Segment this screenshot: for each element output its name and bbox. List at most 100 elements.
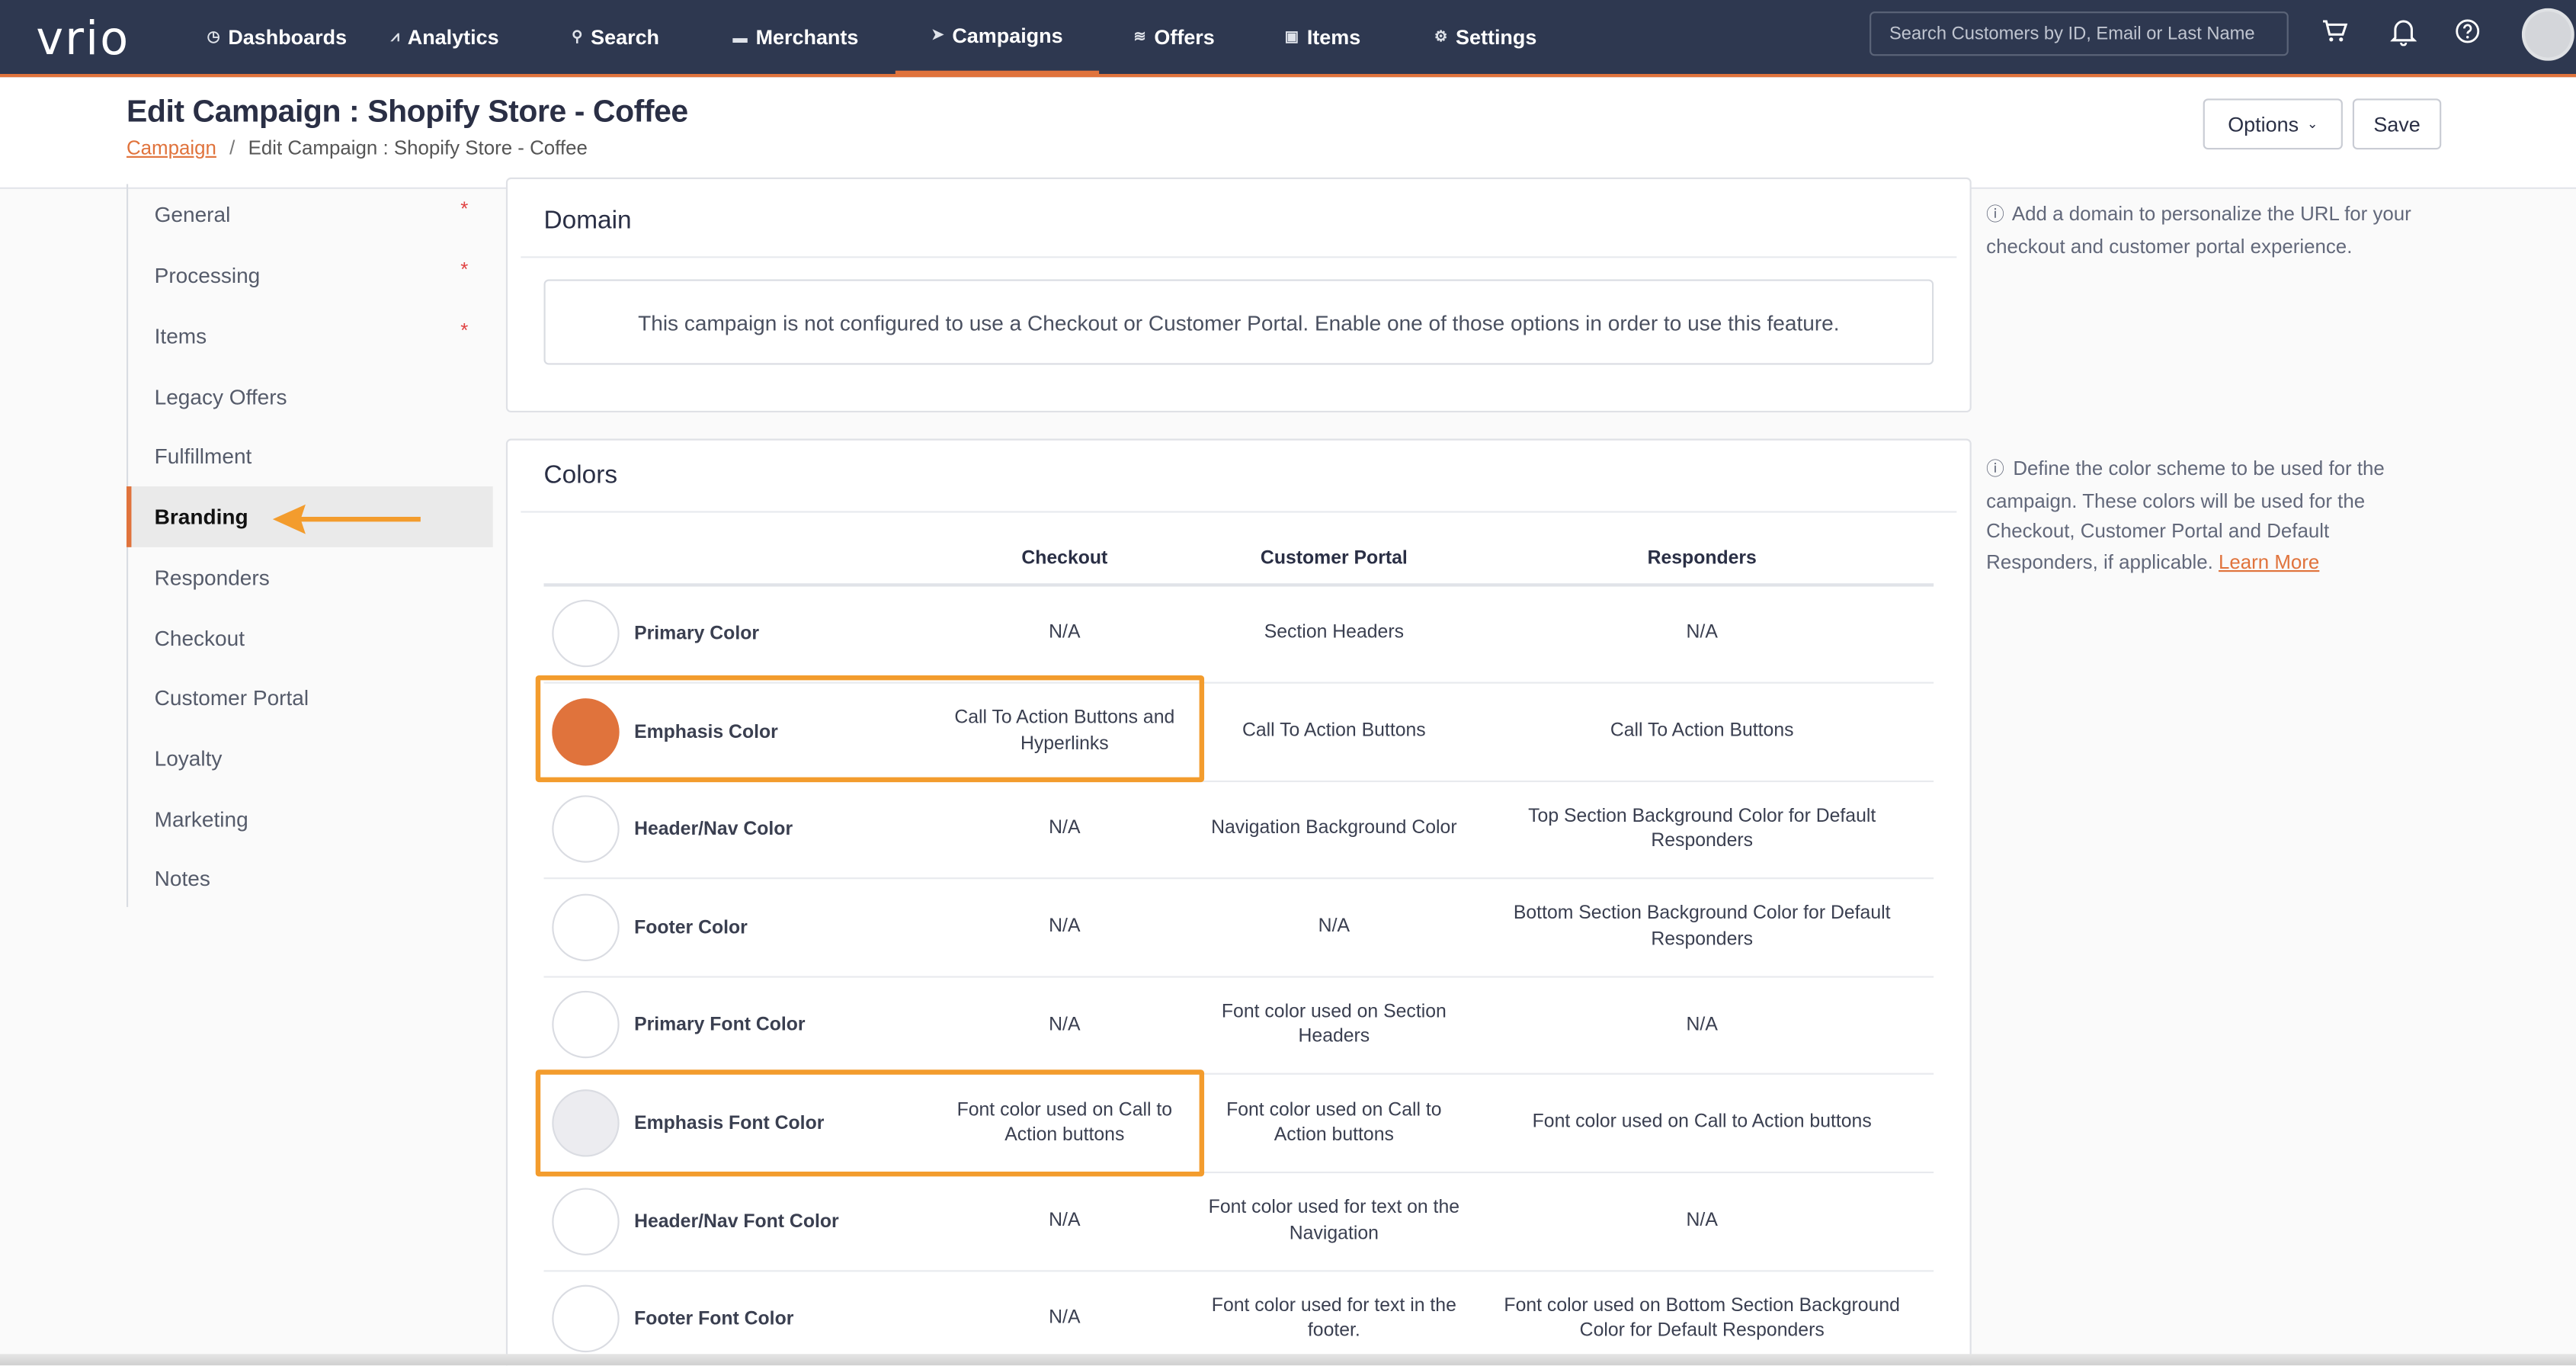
sidebar-item-label: Branding — [154, 504, 248, 530]
layers-icon: ≋ — [1133, 27, 1146, 45]
dashboard-icon: ◷ — [207, 27, 220, 45]
responders-usage: Font color used on Bottom Section Backgr… — [1504, 1296, 1900, 1342]
color-name: Header/Nav Color — [634, 820, 793, 840]
divider — [521, 256, 1957, 258]
help-icon[interactable] — [2454, 18, 2480, 51]
nav-settings[interactable]: ⚙ Settings — [1434, 0, 1536, 74]
nav-label: Merchants — [755, 25, 859, 49]
responders-usage: Call To Action Buttons — [1610, 720, 1794, 741]
nav-merchants[interactable]: ▬ Merchants — [732, 0, 858, 74]
responders-usage: Bottom Section Background Color for Defa… — [1513, 904, 1891, 950]
nav-offers[interactable]: ≋ Offers — [1133, 0, 1214, 74]
breadcrumb-separator: / — [229, 136, 235, 160]
table-row: Primary Font Color N/A Font color used on … — [543, 976, 1934, 1076]
nav-label: Campaigns — [952, 24, 1063, 47]
sidebar-item-label: Processing — [154, 262, 261, 288]
checkout-usage: N/A — [1049, 916, 1081, 937]
table-row: Footer Color N/A N/A Bottom Section Backgro… — [543, 879, 1934, 978]
nav-analytics[interactable]: ⩘ Analytics — [391, 0, 499, 74]
responders-usage: Top Section Background Color for Default… — [1528, 806, 1876, 852]
portal-usage: Section Headers — [1264, 623, 1405, 643]
nav-dashboards[interactable]: ◷ Dashboards — [207, 0, 347, 74]
sidebar-item-general[interactable]: General * — [128, 184, 495, 245]
nav-label: Settings — [1456, 25, 1537, 49]
required-marker: * — [460, 197, 469, 220]
breadcrumb-campaign-link[interactable]: Campaign — [127, 136, 216, 159]
color-swatch[interactable] — [552, 795, 620, 864]
responders-usage: Font color used on Call to Action button… — [1532, 1112, 1872, 1133]
portal-usage: Call To Action Buttons — [1242, 720, 1426, 741]
responders-usage: N/A — [1686, 1015, 1718, 1035]
sidebar-item-items[interactable]: Items * — [128, 306, 495, 367]
sidebar-item-label: Responders — [154, 565, 270, 590]
table-row: Header/Nav Font Color N/A Font color used … — [543, 1172, 1934, 1271]
gears-icon: ⚙ — [1434, 27, 1448, 45]
card-icon: ▬ — [732, 28, 748, 46]
nav-search[interactable]: ⚲ Search — [572, 0, 659, 74]
color-swatch[interactable] — [552, 1285, 620, 1353]
checkout-usage: N/A — [1049, 1015, 1081, 1035]
breadcrumb-current: Edit Campaign : Shopify Store - Coffee — [248, 136, 588, 160]
sidebar-item-notes[interactable]: Notes — [128, 848, 495, 909]
sidebar-item-legacy-offers[interactable]: Legacy Offers — [128, 367, 495, 428]
checkout-usage: N/A — [1049, 1308, 1081, 1329]
save-button[interactable]: Save — [2352, 98, 2442, 150]
responders-usage: N/A — [1686, 1210, 1718, 1231]
bell-icon[interactable] — [2390, 18, 2417, 53]
sidebar-item-responders[interactable]: Responders — [128, 547, 495, 608]
info-icon: ⓘ — [1986, 205, 2004, 226]
chevron-down-icon: ⌄ — [2306, 117, 2318, 132]
color-swatch[interactable] — [552, 893, 620, 961]
colors-title: Colors — [543, 461, 618, 490]
scroll-edge — [0, 1354, 2576, 1366]
sidebar-item-marketing[interactable]: Marketing — [128, 789, 495, 850]
sidebar-item-processing[interactable]: Processing * — [128, 245, 495, 306]
customer-search-input[interactable] — [1870, 11, 2289, 56]
nav-label: Offers — [1154, 25, 1215, 49]
sidebar-item-fulfillment[interactable]: Fulfillment — [128, 425, 495, 486]
portal-usage: Font color used for text on the Navigati… — [1208, 1198, 1460, 1243]
cart-icon[interactable] — [2321, 18, 2348, 51]
required-marker: * — [460, 319, 469, 342]
vrio-logo[interactable]: vrio — [36, 11, 130, 66]
column-header-responders: Responders — [1647, 548, 1757, 569]
user-avatar[interactable] — [2521, 8, 2574, 61]
top-navbar: vrio ◷ Dashboards ⩘ Analytics ⚲ Search ▬… — [0, 0, 2576, 78]
save-label: Save — [2373, 112, 2421, 136]
table-row: Primary Color N/A Section Headers N/A — [543, 585, 1934, 684]
domain-card: Domain This campaign is not configured t… — [505, 177, 1972, 413]
chart-icon: ⩘ — [391, 27, 399, 45]
colors-help-text: ⓘ Define the color scheme to be used for… — [1986, 454, 2430, 577]
color-name: Primary Color — [634, 624, 760, 644]
campaign-sections-sidebar: General * Processing * Items * Legacy Offer… — [126, 184, 495, 909]
nav-items[interactable]: ▣ Items — [1285, 0, 1361, 74]
breadcrumb: Campaign / Edit Campaign : Shopify Store -… — [127, 136, 588, 159]
sidebar-item-label: General — [154, 202, 231, 227]
color-swatch[interactable] — [552, 991, 620, 1060]
divider — [521, 511, 1957, 513]
color-name: Primary Font Color — [634, 1016, 806, 1036]
color-name: Footer Font Color — [634, 1310, 794, 1330]
color-swatch[interactable] — [552, 599, 620, 668]
color-swatch[interactable] — [552, 1187, 620, 1255]
page-header: Edit Campaign : Shopify Store - Coffee C… — [0, 77, 2576, 189]
nav-label: Analytics — [407, 25, 499, 49]
learn-more-link[interactable]: Learn More — [2219, 550, 2319, 572]
info-icon: ⓘ — [1986, 460, 2004, 480]
nav-label: Dashboards — [228, 25, 348, 49]
sidebar-item-loyalty[interactable]: Loyalty — [128, 728, 495, 789]
options-label: Options — [2228, 112, 2299, 136]
nav-campaigns[interactable]: ➤ Campaigns — [895, 0, 1100, 76]
nav-label: Items — [1306, 25, 1361, 49]
sidebar-item-label: Notes — [154, 866, 210, 891]
column-header-checkout: Checkout — [1021, 548, 1108, 569]
sidebar-item-customer-portal[interactable]: Customer Portal — [128, 667, 495, 728]
sidebar-item-checkout[interactable]: Checkout — [128, 608, 495, 669]
options-button[interactable]: Options ⌄ — [2203, 98, 2343, 150]
annotation-arrow-icon — [272, 504, 421, 534]
checkout-usage: N/A — [1049, 819, 1081, 839]
sidebar-item-label: Items — [154, 323, 207, 348]
portal-usage: Navigation Background Color — [1211, 819, 1457, 839]
sidebar-item-label: Loyalty — [154, 746, 223, 771]
search-icon: ⚲ — [572, 27, 583, 45]
